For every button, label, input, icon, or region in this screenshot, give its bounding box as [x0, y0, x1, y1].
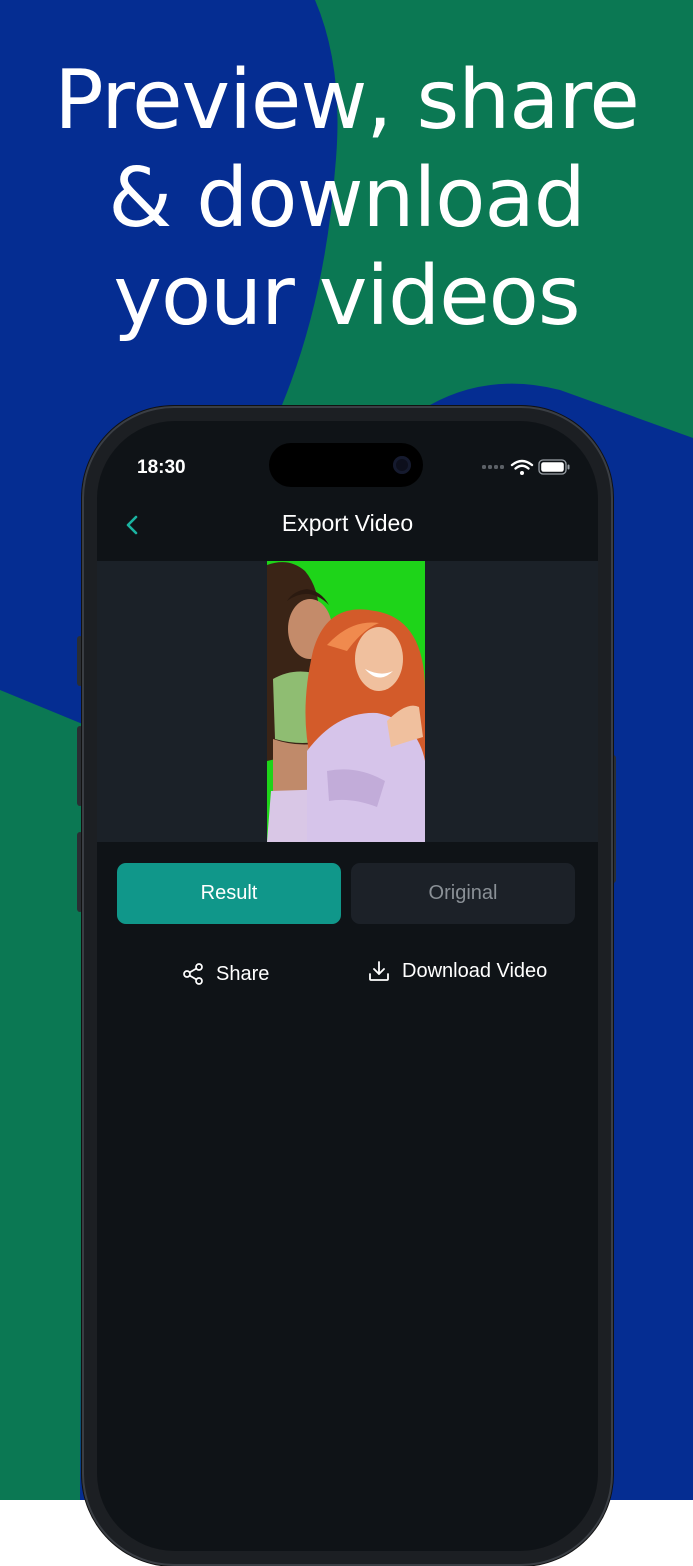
- share-button[interactable]: Share: [181, 962, 269, 986]
- share-icon: [181, 962, 205, 986]
- phone-frame: 18:30 Export Video Result Original Share…: [82, 406, 613, 1566]
- status-icons: [482, 459, 570, 475]
- view-toggle: Result Original: [117, 863, 577, 924]
- video-thumbnail[interactable]: [267, 561, 425, 842]
- headline-line-2: & download: [108, 151, 586, 246]
- dynamic-island: [269, 443, 423, 487]
- status-time: 18:30: [137, 457, 186, 478]
- headline-line-3: your videos: [113, 249, 580, 344]
- video-frame-image: [267, 561, 425, 842]
- share-label: Share: [216, 962, 270, 985]
- tab-result[interactable]: Result: [117, 863, 341, 924]
- tab-original[interactable]: Original: [351, 863, 575, 924]
- phone-screen: 18:30 Export Video Result Original Share…: [97, 421, 598, 1551]
- cellular-icon: [482, 465, 504, 469]
- wifi-icon: [510, 459, 534, 475]
- video-preview-area: [97, 561, 598, 842]
- page-title: Export Video: [281, 510, 414, 536]
- download-label: Download Video: [402, 959, 548, 982]
- headline: Preview, share & download your videos: [0, 52, 693, 346]
- headline-line-1: Preview, share: [54, 53, 640, 148]
- camera-icon: [393, 456, 411, 474]
- battery-icon: [538, 459, 570, 475]
- download-icon: [367, 959, 391, 983]
- download-video-button[interactable]: Download Video: [367, 959, 547, 983]
